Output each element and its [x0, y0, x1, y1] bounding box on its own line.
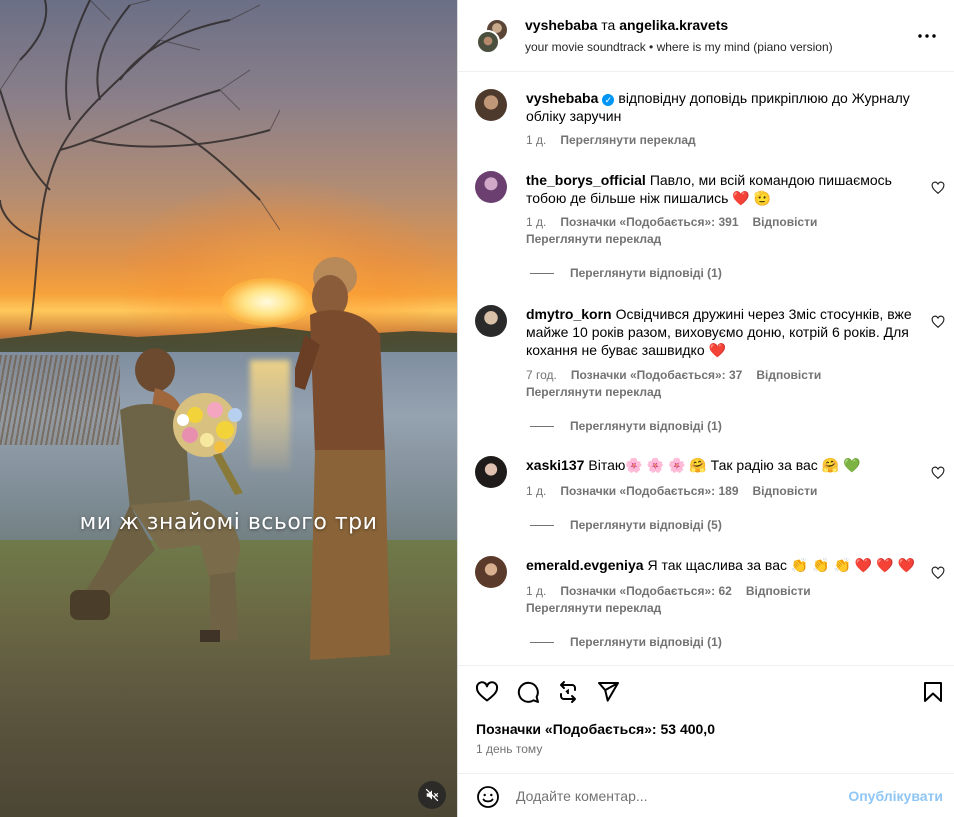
- video-overlay-caption: ми ж знайомі всього три: [79, 510, 378, 535]
- reply-button[interactable]: Відповісти: [753, 215, 818, 229]
- like-comment-heart-icon[interactable]: [931, 466, 945, 480]
- see-translation-button[interactable]: Переглянути переклад: [560, 133, 695, 147]
- comment-text: xaski137 Вітаю🌸 🌸 🌸 🤗 Так радію за вас 🤗 …: [526, 456, 926, 474]
- reply-button[interactable]: Відповісти: [756, 368, 821, 382]
- comment-likes[interactable]: Позначки «Подобається»: 391: [560, 215, 738, 229]
- view-replies-button[interactable]: Переглянути відповіді (5): [530, 518, 722, 532]
- caption-time: 1 д.: [526, 133, 547, 147]
- share-icon[interactable]: [596, 680, 620, 704]
- avatar[interactable]: [475, 89, 507, 121]
- comment-username[interactable]: emerald.evgeniya: [526, 557, 644, 573]
- flower-bouquet: [173, 393, 243, 495]
- comment-icon[interactable]: [516, 680, 540, 704]
- standing-woman: [295, 257, 390, 660]
- post-header: vyshebaba та angelika.kravets your movie…: [458, 0, 954, 72]
- replies-divider: [530, 426, 554, 428]
- reply-button[interactable]: Відповісти: [753, 484, 818, 498]
- see-translation-button[interactable]: Переглянути переклад: [526, 385, 661, 399]
- bare-tree: [0, 0, 280, 330]
- view-replies-label: Переглянути відповіді (5): [570, 518, 722, 532]
- view-replies-label: Переглянути відповіді (1): [570, 635, 722, 649]
- avatar[interactable]: [475, 171, 507, 203]
- avatar[interactable]: [475, 456, 507, 488]
- replies-divider: [530, 273, 554, 275]
- see-translation-button[interactable]: Переглянути переклад: [526, 232, 661, 246]
- author-link-angelika[interactable]: angelika.kravets: [619, 17, 728, 33]
- view-replies-button[interactable]: Переглянути відповіді (1): [530, 266, 722, 280]
- reply-button[interactable]: Відповісти: [746, 584, 811, 598]
- like-comment-heart-icon[interactable]: [931, 566, 945, 580]
- comments-list[interactable]: vyshebaba ✓ відповідну доповідь прикріплюю…: [458, 73, 954, 665]
- view-replies-button[interactable]: Переглянути відповіді (1): [530, 635, 722, 649]
- comment-time: 1 д.: [526, 215, 547, 229]
- author-link-vyshebaba[interactable]: vyshebaba: [525, 17, 597, 33]
- comment-meta: 1 д. Позначки «Подобається»: 62 Відповісти: [526, 584, 825, 598]
- emoji-icon[interactable]: [476, 785, 500, 809]
- heart-icon[interactable]: [475, 680, 499, 704]
- comment-input[interactable]: [516, 784, 836, 808]
- authors-joiner: та: [597, 17, 620, 33]
- post-details-panel: vyshebaba та angelika.kravets your movie…: [457, 0, 954, 817]
- likes-count[interactable]: Позначки «Подобається»: 53 400,0: [476, 721, 715, 737]
- comment-username[interactable]: xaski137: [526, 457, 584, 473]
- post-time[interactable]: 1 день тому: [476, 742, 542, 756]
- like-comment-heart-icon[interactable]: [931, 181, 945, 195]
- comment-time: 1 д.: [526, 584, 547, 598]
- replies-divider: [530, 642, 554, 644]
- bookmark-icon[interactable]: [921, 680, 945, 704]
- comment-likes[interactable]: Позначки «Подобається»: 62: [560, 584, 731, 598]
- comment-time: 7 год.: [526, 368, 557, 382]
- repost-icon[interactable]: [556, 680, 580, 704]
- mute-button[interactable]: [418, 781, 446, 809]
- comment-likes[interactable]: Позначки «Подобається»: 37: [571, 368, 742, 382]
- caption-meta: 1 д. Переглянути переклад: [526, 133, 710, 147]
- post-media[interactable]: ми ж знайомі всього три: [0, 0, 457, 817]
- audio-track-link[interactable]: your movie soundtrack • where is my mind…: [525, 40, 833, 54]
- post-actions: Позначки «Подобається»: 53 400,0 1 день …: [458, 665, 954, 817]
- comment-username[interactable]: the_borys_official: [526, 172, 646, 188]
- comment-meta: 1 д. Позначки «Подобається»: 189 Відповіст…: [526, 484, 831, 498]
- comment-body: Вітаю🌸 🌸 🌸 🤗 Так радію за вас 🤗 💚: [588, 457, 861, 473]
- caption-username[interactable]: vyshebaba: [526, 90, 598, 106]
- add-comment-bar: Опублікувати: [458, 773, 954, 817]
- comment-text: the_borys_official Павло, ми всій командо…: [526, 171, 926, 207]
- see-translation-button[interactable]: Переглянути переклад: [526, 601, 661, 615]
- comment-username[interactable]: dmytro_korn: [526, 306, 612, 322]
- speaker-muted-icon: [425, 788, 439, 802]
- comment-likes[interactable]: Позначки «Подобається»: 189: [560, 484, 738, 498]
- caption-text: vyshebaba ✓ відповідну доповідь прикріплюю…: [526, 89, 926, 125]
- comment-body: Я так щаслива за вас 👏 👏 👏 ❤️ ❤️ ❤️: [647, 557, 915, 573]
- more-horizontal-icon: [918, 34, 936, 38]
- comment-text: emerald.evgeniya Я так щаслива за вас 👏 👏…: [526, 556, 926, 574]
- avatar[interactable]: [475, 556, 507, 588]
- comment-text: dmytro_korn Освідчився дружині через 3міс…: [526, 305, 926, 359]
- comment-time: 1 д.: [526, 484, 547, 498]
- verified-badge-icon: ✓: [602, 94, 615, 106]
- avatar[interactable]: [475, 305, 507, 337]
- view-replies-button[interactable]: Переглянути відповіді (1): [530, 419, 722, 433]
- view-replies-label: Переглянути відповіді (1): [570, 266, 722, 280]
- replies-divider: [530, 525, 554, 527]
- like-comment-heart-icon[interactable]: [931, 315, 945, 329]
- more-options-button[interactable]: [915, 24, 939, 48]
- view-replies-label: Переглянути відповіді (1): [570, 419, 722, 433]
- comment-meta: 1 д. Позначки «Подобається»: 391 Відповіст…: [526, 215, 831, 229]
- avatar-vyshebaba[interactable]: [476, 30, 500, 54]
- comment-meta: 7 год. Позначки «Подобається»: 37 Відповіс…: [526, 368, 835, 382]
- post-authors: vyshebaba та angelika.kravets: [525, 17, 728, 33]
- publish-button[interactable]: Опублікувати: [848, 788, 943, 804]
